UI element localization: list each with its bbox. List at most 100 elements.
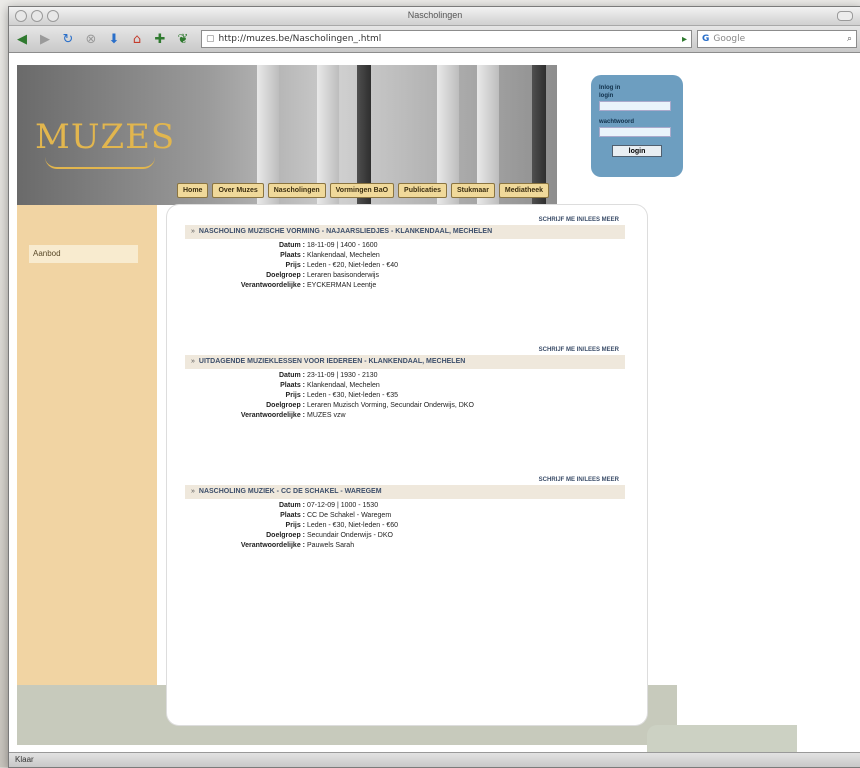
field-prijs: Prijs :Leden - €20, Niet-leden - €40 [185,262,625,269]
bullet-arrow-icon: » [191,228,195,235]
content-corner-tab [647,725,797,753]
field-value: Leraren Muzisch Vorming, Secundair Onder… [307,402,474,409]
course-entry: » Nascholing muziek - cc de schakel - War… [185,485,625,549]
field-value: Pauwels Sarah [307,542,354,549]
field-value: EYCKERMAN Leentje [307,282,376,289]
page-icon: ▢ [206,34,215,44]
sidebar-item-aanbod[interactable]: Aanbod [29,245,138,263]
browser-toolbar: ◀ ▶ ↻ ⊗ ⬇ ⌂ ✚ ❦ ▢ http://muzes.be/Nascho… [9,26,860,53]
logo-swoosh [45,157,155,169]
download-icon[interactable]: ⬇ [105,30,123,48]
login-heading: Inlog in [599,85,675,91]
course-title-bar[interactable]: » Nascholing muziek - cc de schakel - War… [185,485,625,499]
field-label: Verantwoordelijke : [185,282,307,289]
field-label: Datum : [185,372,307,379]
signup-link[interactable]: schrijf me in/lees meer [539,473,619,487]
title-bar: Nascholingen [9,7,860,26]
field-label: Verantwoordelijke : [185,542,307,549]
field-value: Klankendaal, Mechelen [307,252,380,259]
bookmark-icon[interactable]: ✚ [151,30,169,48]
field-value: 23-11-09 | 1930 - 2130 [307,372,378,379]
back-arrow-icon[interactable]: ◀ [13,30,31,48]
main-content: »Nascholing muzische vorming - najaarsli… [167,205,647,725]
course-title: Uitdagende muzieklessen voor iedereen - … [199,358,465,365]
field-label: Doelgroep : [185,532,307,539]
login-button[interactable]: login [612,145,662,157]
field-datum: Datum :18-11-09 | 1400 - 1600 [185,242,625,249]
course-entry: »Nascholing muzische vorming - najaarsli… [185,225,625,289]
leaf-icon[interactable]: ❦ [174,30,192,48]
field-label: Prijs : [185,392,307,399]
browser-window: Nascholingen ◀ ▶ ↻ ⊗ ⬇ ⌂ ✚ ❦ ▢ http://mu… [8,6,860,768]
field-value: Leden - €20, Niet-leden - €40 [307,262,398,269]
search-box[interactable]: G Google ⌕ [697,30,857,48]
search-placeholder: Google [713,34,745,44]
signup-link[interactable]: schrijf me in/lees meer [539,213,619,227]
field-label: Plaats : [185,252,307,259]
google-icon: G [702,34,709,44]
field-prijs: Prijs :Leden - €30, Niet-leden - €35 [185,392,625,399]
site-header: MUZES Home Over Muzes Nascholingen Vormi… [17,65,557,205]
field-verantwoordelijke: Verantwoordelijke :Pauwels Sarah [185,542,625,549]
field-label: Verantwoordelijke : [185,412,307,419]
login-panel: Inlog in login wachtwoord login [591,75,683,177]
field-value: CC De Schakel - Waregem [307,512,391,519]
nav-item-vormingen-bao[interactable]: Vormingen BaO [330,183,394,198]
stop-icon[interactable]: ⊗ [82,30,100,48]
field-label: Doelgroep : [185,402,307,409]
field-doelgroep: Doelgroep :Leraren basisonderwijs [185,272,625,279]
field-prijs: Prijs :Leden - €30, Niet-leden - €60 [185,522,625,529]
signup-link[interactable]: schrijf me in/lees meer [539,343,619,357]
forward-arrow-icon[interactable]: ▶ [36,30,54,48]
course-title-bar[interactable]: »Nascholing muzische vorming - najaarsli… [185,225,625,239]
field-label: Prijs : [185,522,307,529]
field-plaats: Plaats :Klankendaal, Mechelen [185,382,625,389]
go-arrow-icon[interactable]: ▸ [682,34,687,45]
field-value: 18-11-09 | 1400 - 1600 [307,242,378,249]
nav-item-mediatheek[interactable]: Mediatheek [499,183,549,198]
reload-icon[interactable]: ↻ [59,30,77,48]
window-title: Nascholingen [9,10,860,20]
page-viewport: MUZES Home Over Muzes Nascholingen Vormi… [9,53,860,753]
search-icon[interactable]: ⌕ [847,34,852,44]
field-label: Datum : [185,502,307,509]
sidebar: Aanbod [17,205,157,685]
nav-item-home[interactable]: Home [177,183,208,198]
nav-item-publicaties[interactable]: Publicaties [398,183,447,198]
course-title: Nascholing muziek - cc de schakel - Ware… [199,488,382,495]
course-title-bar[interactable]: »Uitdagende muzieklessen voor iedereen -… [185,355,625,369]
field-doelgroep: Doelgroep :Leraren Muzisch Vorming, Secu… [185,402,625,409]
field-verantwoordelijke: Verantwoordelijke :EYCKERMAN Leentje [185,282,625,289]
field-value: Klankendaal, Mechelen [307,382,380,389]
password-input[interactable] [599,127,671,137]
field-label: Doelgroep : [185,272,307,279]
field-doelgroep: Doelgroep :Secundair Onderwijs - DKO [185,532,625,539]
field-verantwoordelijke: Verantwoordelijke :MUZES vzw [185,412,625,419]
field-value: 07-12-09 | 1000 - 1530 [307,502,378,509]
field-label: Prijs : [185,262,307,269]
login-input[interactable] [599,101,671,111]
main-nav: Home Over Muzes Nascholingen Vormingen B… [177,183,549,198]
address-bar[interactable]: ▢ http://muzes.be/Nascholingen_.html ▸ [201,30,692,48]
field-plaats: Plaats :CC De Schakel - Waregem [185,512,625,519]
toolbar-toggle-button[interactable] [837,11,853,21]
nav-item-stukmaar[interactable]: Stukmaar [451,183,495,198]
site-logo[interactable]: MUZES [35,117,175,157]
field-label: Plaats : [185,382,307,389]
field-value: Leraren basisonderwijs [307,272,379,279]
field-plaats: Plaats :Klankendaal, Mechelen [185,252,625,259]
login-label: login [599,93,675,99]
field-value: Leden - €30, Niet-leden - €35 [307,392,398,399]
password-label: wachtwoord [599,119,675,125]
home-icon[interactable]: ⌂ [128,30,146,48]
status-bar: Klaar [9,752,860,767]
field-value: Secundair Onderwijs - DKO [307,532,393,539]
nav-item-over-muzes[interactable]: Over Muzes [212,183,263,198]
bullet-arrow-icon: » [191,488,195,495]
course-entry: »Uitdagende muzieklessen voor iedereen -… [185,355,625,419]
field-datum: Datum :23-11-09 | 1930 - 2130 [185,372,625,379]
field-datum: Datum :07-12-09 | 1000 - 1530 [185,502,625,509]
nav-item-nascholingen[interactable]: Nascholingen [268,183,326,198]
field-label: Datum : [185,242,307,249]
field-value: MUZES vzw [307,412,346,419]
